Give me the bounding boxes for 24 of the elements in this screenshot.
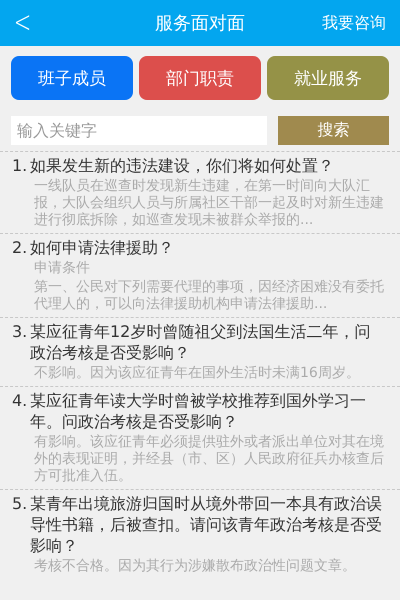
question-text[interactable]: 某应征青年12岁时曾随祖父到法国生活二年，问政治考核是否受影响？ [30, 321, 386, 363]
page-title: 服务面对面 [155, 13, 245, 34]
question-text[interactable]: 如果发生新的违法建设，你们将如何处置？ [30, 155, 386, 176]
consult-link[interactable]: 我要咨询 [322, 12, 386, 34]
question-number: 3. [12, 321, 28, 343]
category-button[interactable]: 班子成员 [11, 56, 133, 100]
search-button[interactable]: 搜索 [278, 116, 389, 145]
question-number: 5. [12, 493, 28, 515]
back-button[interactable]: < [14, 8, 32, 38]
category-button[interactable]: 部门职责 [139, 56, 261, 100]
question-number: 2. [12, 237, 28, 258]
search-field[interactable]: 输入关键字 [11, 116, 267, 145]
answer-text: 一线队员在巡查时发现新生违建，在第一时间向大队汇报，大队会组织人员与所属社区干部一起及时对新生违建进行彻底拆除，如巡查发现未被群众举报的... [34, 178, 385, 229]
answer-text: 考核不合格。因为其行为涉嫌散布政治性问题文章。 [34, 558, 357, 575]
question-number: 1. [12, 155, 28, 176]
answer-text: 有影响。该应征青年必须提供驻外或者派出单位对其在境外的表现证明，并经县（市、区）人民政府征兵办核查后方可批准入伍。 [34, 434, 385, 485]
question-number: 4. [12, 390, 28, 412]
category-button[interactable]: 就业服务 [267, 56, 389, 100]
answer-text: 第一、公民对下列需要代理的事项，因经济困难没有委托代理人的，可以向法律援助机构申请法律援助... [34, 279, 385, 313]
question-text[interactable]: 如何申请法律援助？ [30, 237, 386, 258]
answer-text: 不影响。因为该应征青年在国外生活时未满16周岁。 [34, 365, 361, 382]
question-text[interactable]: 某应征青年读大学时曾被学校推荐到国外学习一年。问政治考核是否受影响？ [30, 390, 386, 432]
question-text[interactable]: 某青年出境旅游归国时从境外带回一本具有政治误导性书籍，后被查扣。请问该青年政治考核是否受影响？ [30, 493, 386, 556]
answer-heading: 申请条件 [34, 260, 91, 277]
